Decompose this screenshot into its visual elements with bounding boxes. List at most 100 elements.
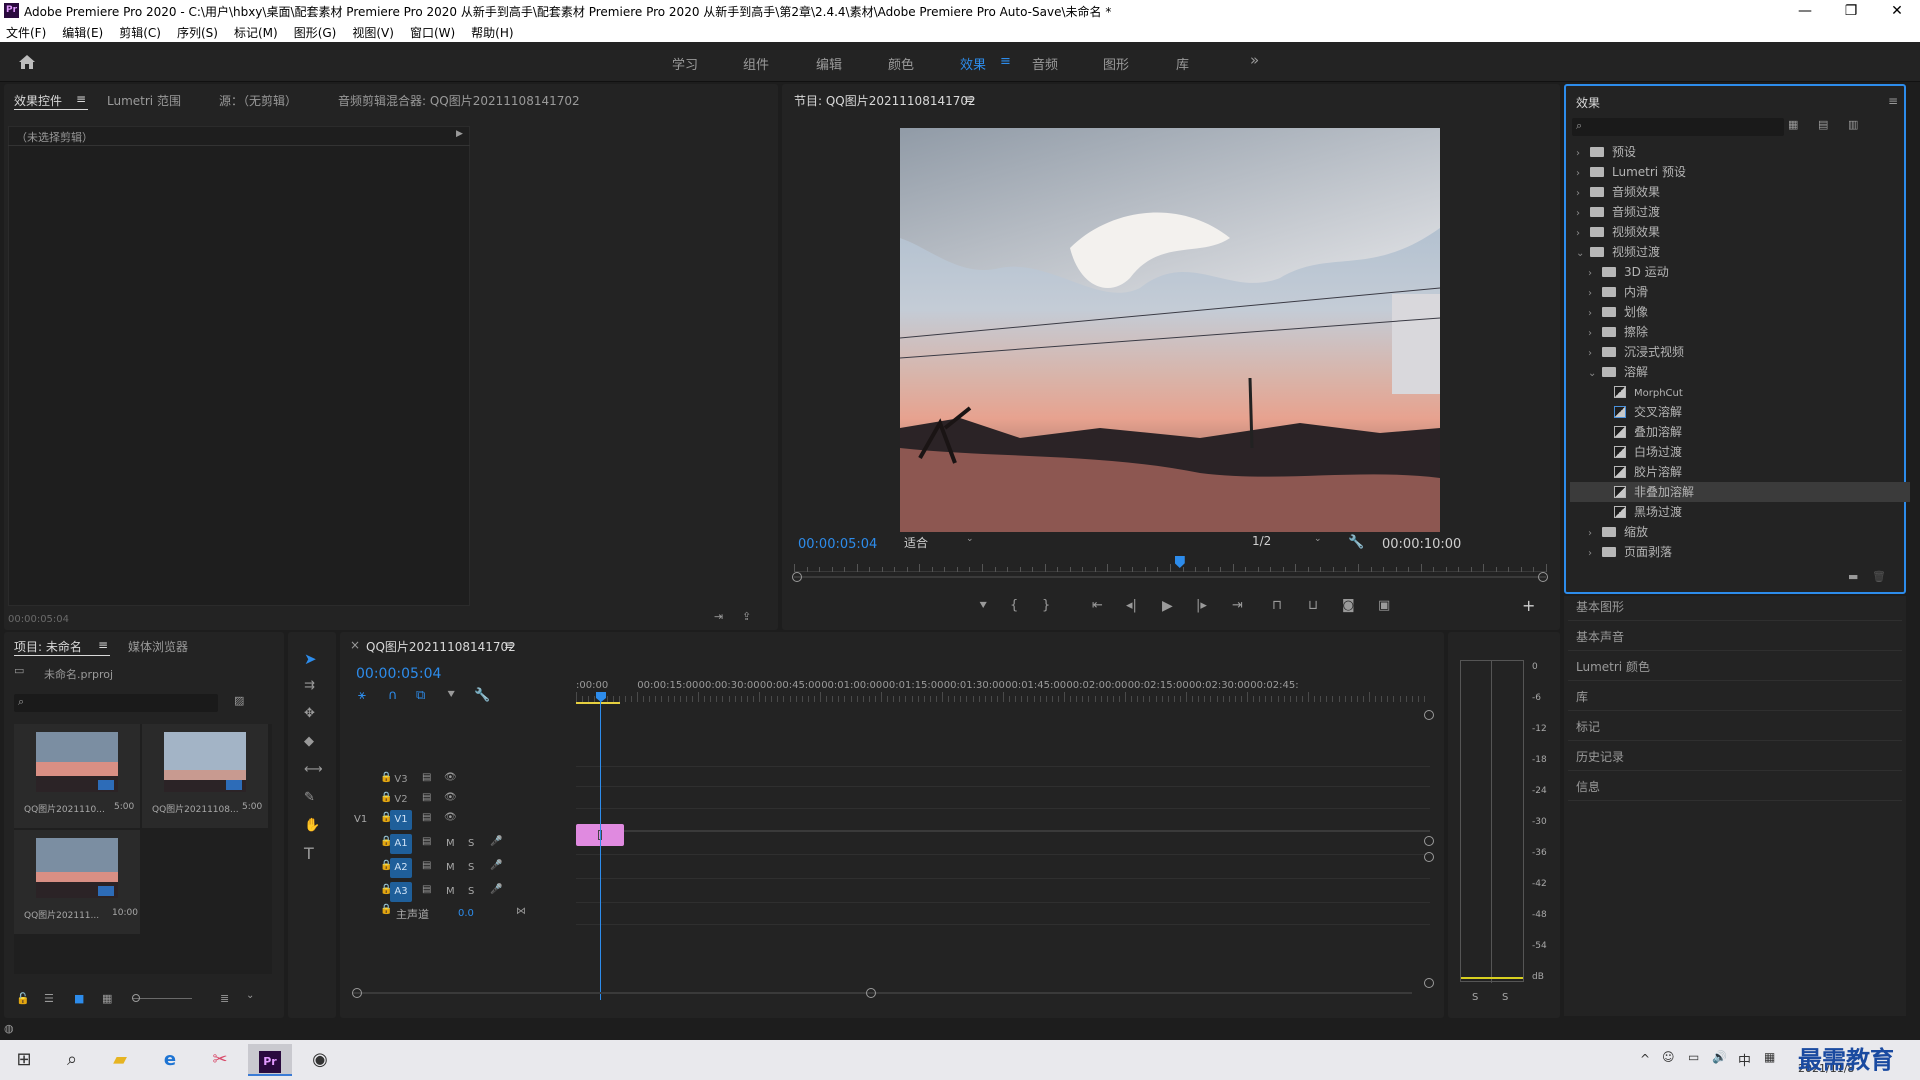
voice-over-mic-icon[interactable]: 🎤	[490, 884, 502, 895]
mark-in-icon[interactable]: {	[1010, 598, 1018, 613]
menu-window[interactable]: 窗口(W)	[402, 22, 463, 41]
hand-tool-icon[interactable]: ✋	[304, 818, 320, 833]
sync-lock-icon[interactable]: ▤	[422, 772, 431, 783]
volume-icon[interactable]: 🔊	[1712, 1050, 1727, 1064]
workspace-learning[interactable]: 学习	[672, 54, 698, 73]
input-language[interactable]: 中	[1738, 1050, 1751, 1069]
effect-item[interactable]: 叠加溶解	[1570, 422, 1910, 442]
solo-button[interactable]: S	[468, 838, 474, 849]
sync-lock-icon[interactable]: ▤	[422, 812, 431, 823]
lock-icon[interactable]: 🔓	[16, 992, 30, 1005]
effect-folder[interactable]: › 内滑	[1570, 282, 1910, 302]
lift-icon[interactable]: ⊓	[1272, 598, 1282, 613]
icon-view-icon[interactable]: ■	[74, 992, 84, 1005]
resolution-dropdown[interactable]: 1/2 ⌄	[1252, 534, 1332, 552]
vscroll-handle[interactable]	[1424, 852, 1434, 862]
chevron-right-icon[interactable]: ›	[1588, 284, 1602, 304]
track-target-a1[interactable]: A1	[390, 834, 412, 854]
tab-effect-controls[interactable]: 效果控件	[14, 92, 62, 109]
freeform-view-icon[interactable]: ▦	[102, 992, 112, 1005]
chevron-right-icon[interactable]: ›	[1576, 204, 1590, 224]
razor-tool-icon[interactable]: ◆	[304, 734, 314, 749]
expand-arrow-icon[interactable]: ▶	[456, 129, 463, 139]
scroll-handle-right[interactable]	[1538, 572, 1548, 582]
add-marker-icon[interactable]: ⯆	[446, 688, 456, 703]
go-to-in-icon[interactable]: ⇤	[1092, 598, 1103, 613]
32bit-effects-icon[interactable]: ▤	[1818, 118, 1828, 131]
panel-libraries[interactable]: 库	[1576, 688, 1588, 705]
panel-markers[interactable]: 标记	[1576, 718, 1600, 735]
panel-history[interactable]: 历史记录	[1576, 748, 1624, 765]
chevron-down-icon[interactable]: ⌄	[1576, 244, 1590, 264]
export-frame-camera-icon[interactable]: ◙	[1342, 598, 1355, 613]
meter-solo-right[interactable]: S	[1502, 992, 1508, 1003]
restore-button[interactable]: ❐	[1828, 0, 1874, 22]
tab-media-browser[interactable]: 媒体浏览器	[128, 638, 188, 655]
project-item[interactable]: QQ图片202111... 10:00	[14, 830, 140, 934]
effect-item[interactable]: MorphCut	[1570, 382, 1910, 402]
chevron-right-icon[interactable]: ›	[1576, 224, 1590, 244]
toggle-output-eye-icon[interactable]: 👁	[444, 812, 457, 823]
effect-folder[interactable]: › 视频效果	[1570, 222, 1910, 242]
tab-menu-icon[interactable]: ≡	[76, 92, 86, 106]
vscroll-handle[interactable]	[1424, 836, 1434, 846]
panel-lumetri-color[interactable]: Lumetri 颜色	[1576, 658, 1650, 675]
new-bin-from-search-icon[interactable]: ▨	[234, 694, 244, 707]
hscroll-handle-right[interactable]	[866, 988, 876, 998]
solo-button[interactable]: S	[468, 862, 474, 873]
effect-folder[interactable]: ⌄ 视频过渡	[1570, 242, 1910, 262]
vscroll-handle[interactable]	[1424, 978, 1434, 988]
effect-folder[interactable]: › 页面剥落	[1570, 542, 1910, 562]
track-target-a2[interactable]: A2	[390, 858, 412, 878]
media-player-icon[interactable]: ◉	[298, 1044, 342, 1076]
effect-folder[interactable]: › 3D 运动	[1570, 262, 1910, 282]
effect-folder[interactable]: ⌄ 溶解	[1570, 362, 1910, 382]
timeline-tab[interactable]: QQ图片20211108141702	[366, 638, 516, 655]
master-go-to-end-icon[interactable]: ⋈	[516, 906, 526, 917]
voice-over-mic-icon[interactable]: 🎤	[490, 836, 502, 847]
step-back-icon[interactable]: ◂|	[1126, 598, 1137, 613]
work-area-bar[interactable]	[576, 702, 620, 704]
yuv-effects-icon[interactable]: ▥	[1848, 118, 1858, 131]
master-volume-value[interactable]: 0.0	[458, 908, 474, 919]
track-target-a3[interactable]: A3	[390, 882, 412, 902]
toggle-output-eye-icon[interactable]: 👁	[444, 792, 457, 803]
effect-item[interactable]: 胶片溶解	[1570, 462, 1910, 482]
chevron-right-icon[interactable]: ›	[1576, 164, 1590, 184]
tray-chevron-icon[interactable]: ^	[1640, 1052, 1650, 1066]
selection-tool-icon[interactable]: ➤	[304, 650, 317, 668]
play-icon[interactable]: ▶	[1162, 598, 1173, 614]
workspace-graphics[interactable]: 图形	[1103, 54, 1129, 73]
menu-view[interactable]: 视图(V)	[344, 22, 402, 41]
effects-search-input[interactable]: ⌕	[1572, 118, 1784, 136]
project-menu-icon[interactable]: ≡	[98, 638, 108, 652]
slip-tool-icon[interactable]: ⟷	[304, 762, 323, 777]
export-frame-icon[interactable]: ⇥	[714, 610, 723, 623]
sync-lock-icon[interactable]: ▤	[422, 860, 431, 871]
effect-folder[interactable]: › 预设	[1570, 142, 1910, 162]
home-icon[interactable]	[18, 54, 36, 70]
chevron-right-icon[interactable]: ›	[1576, 144, 1590, 164]
sync-lock-icon[interactable]: ▤	[422, 884, 431, 895]
menu-clip[interactable]: 剪辑(C)	[111, 22, 169, 41]
menu-help[interactable]: 帮助(H)	[463, 22, 521, 41]
menu-file[interactable]: 文件(F)	[0, 22, 54, 41]
linked-selection-icon[interactable]: ⧉	[416, 688, 425, 703]
timeline-close-icon[interactable]: ×	[350, 638, 360, 652]
effect-item[interactable]: 交叉溶解	[1570, 402, 1910, 422]
tab-project[interactable]: 项目: 未命名	[14, 638, 82, 655]
wrench-icon[interactable]: 🔧	[1348, 535, 1364, 550]
comparison-view-icon[interactable]: ▣	[1378, 598, 1390, 613]
tab-audio-clip-mixer[interactable]: 音频剪辑混合器: QQ图片20211108141702	[338, 92, 580, 109]
track-target-v3[interactable]: V3	[390, 770, 412, 790]
effects-menu-icon[interactable]: ≡	[1888, 94, 1898, 108]
zoom-slider[interactable]	[132, 998, 192, 999]
minimize-button[interactable]: —	[1782, 0, 1828, 22]
close-button[interactable]: ✕	[1874, 0, 1920, 22]
chevron-right-icon[interactable]: ›	[1588, 344, 1602, 364]
ripple-edit-tool-icon[interactable]: ✥	[304, 706, 315, 721]
timeline-menu-icon[interactable]: ≡	[504, 638, 514, 652]
sort-icons-icon[interactable]: ≣	[220, 992, 229, 1005]
extract-icon[interactable]: ⊔	[1308, 598, 1318, 613]
sync-lock-icon[interactable]: ▤	[422, 836, 431, 847]
